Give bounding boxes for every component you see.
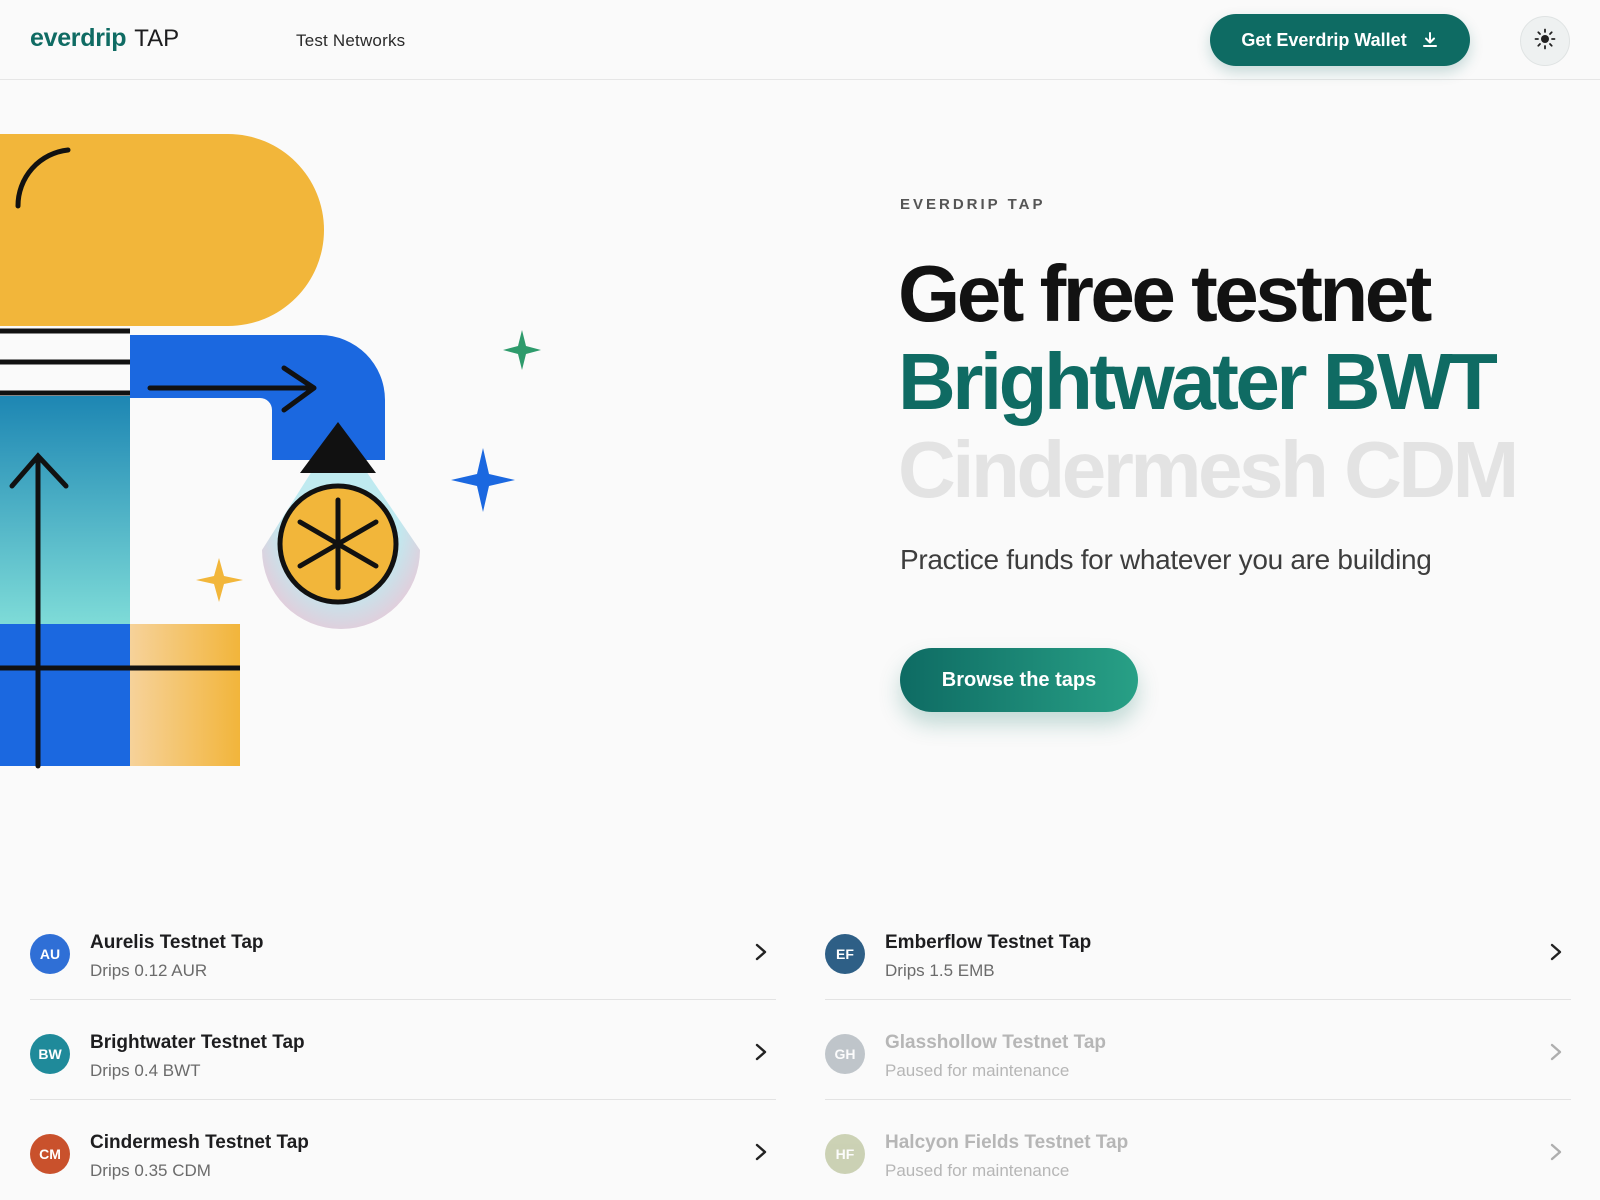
tap-row[interactable]: CM Cindermesh Testnet Tap Drips 0.35 CDM xyxy=(30,1100,776,1200)
nav-test-networks[interactable]: Test Networks xyxy=(296,31,405,51)
logo-brand: everdrip xyxy=(30,24,127,52)
sun-icon xyxy=(1534,28,1556,55)
hero-illustration xyxy=(0,130,560,790)
download-icon xyxy=(1421,31,1439,49)
tap-name: Glasshollow Testnet Tap xyxy=(885,1032,1106,1053)
chevron-right-icon xyxy=(754,1042,768,1062)
tap-avatar: GH xyxy=(825,1034,865,1074)
yellow-pill-shape xyxy=(0,134,324,326)
blue-sparkle-icon xyxy=(451,448,515,512)
tap-avatar: HF xyxy=(825,1134,865,1174)
tap-row[interactable]: HF Halcyon Fields Testnet Tap Paused for m… xyxy=(825,1100,1571,1200)
tap-avatar: AU xyxy=(30,934,70,974)
tap-name: Brightwater Testnet Tap xyxy=(90,1032,305,1053)
tap-status: Drips 0.35 CDM xyxy=(90,1161,211,1180)
chevron-right-icon xyxy=(1549,1042,1563,1062)
tap-name: Halcyon Fields Testnet Tap xyxy=(885,1132,1129,1153)
tap-row[interactable]: EF Emberflow Testnet Tap Drips 1.5 EMB xyxy=(825,900,1571,1000)
chevron-right-icon xyxy=(1549,1142,1563,1162)
chevron-right-icon xyxy=(754,942,768,962)
tap-name: Cindermesh Testnet Tap xyxy=(90,1132,309,1153)
tap-status: Paused for maintenance xyxy=(885,1161,1070,1180)
chevron-right-icon xyxy=(1549,942,1563,962)
get-wallet-label: Get Everdrip Wallet xyxy=(1241,29,1407,50)
yellow-sparkle-icon xyxy=(196,558,243,602)
tap-avatar: BW xyxy=(30,1034,70,1074)
top-header: everdrip TAP Test Networks Get Everdrip … xyxy=(0,0,1600,80)
tap-list-left: AU Aurelis Testnet Tap Drips 0.12 AUR BW Bri… xyxy=(30,900,776,1200)
tap-row[interactable]: AU Aurelis Testnet Tap Drips 0.12 AUR xyxy=(30,900,776,1000)
blue-block xyxy=(0,624,130,766)
peach-block xyxy=(130,624,240,766)
tap-name: Emberflow Testnet Tap xyxy=(885,932,1092,953)
tap-list-right: EF Emberflow Testnet Tap Drips 1.5 EMB GH Gl… xyxy=(825,900,1571,1200)
green-sparkle-icon xyxy=(503,330,541,370)
hero-title: Get free testnet Brightwater BWT Cinderm… xyxy=(898,249,1519,514)
tap-name: Aurelis Testnet Tap xyxy=(90,932,264,953)
hero-title-line-3: Cindermesh CDM xyxy=(898,425,1519,514)
tap-row[interactable]: GH Glasshollow Testnet Tap Paused for main… xyxy=(825,1000,1571,1100)
logo-suffix: TAP xyxy=(134,25,180,52)
tap-status: Drips 0.12 AUR xyxy=(90,961,208,980)
tap-status: Paused for maintenance xyxy=(885,1061,1070,1080)
tap-avatar: CM xyxy=(30,1134,70,1174)
browse-taps-button[interactable]: Browse the taps xyxy=(900,648,1138,712)
theme-toggle-button[interactable] xyxy=(1520,16,1570,66)
teal-column xyxy=(0,396,130,626)
hero-title-line-1: Get free testnet xyxy=(898,249,1432,338)
tap-status: Drips 1.5 EMB xyxy=(885,961,995,980)
get-wallet-button[interactable]: Get Everdrip Wallet xyxy=(1210,14,1470,66)
hero-title-line-2: Brightwater BWT xyxy=(898,337,1498,426)
hero-subtitle: Practice funds for whatever you are buil… xyxy=(900,544,1432,575)
tap-row[interactable]: BW Brightwater Testnet Tap Drips 0.4 BWT xyxy=(30,1000,776,1100)
tap-avatar: EF xyxy=(825,934,865,974)
stripe-lines xyxy=(0,328,130,396)
logo[interactable]: everdrip TAP xyxy=(30,24,179,53)
hero-eyebrow: EVERDRIP TAP xyxy=(900,196,1046,213)
tap-status: Drips 0.4 BWT xyxy=(90,1061,201,1080)
chevron-right-icon xyxy=(754,1142,768,1162)
